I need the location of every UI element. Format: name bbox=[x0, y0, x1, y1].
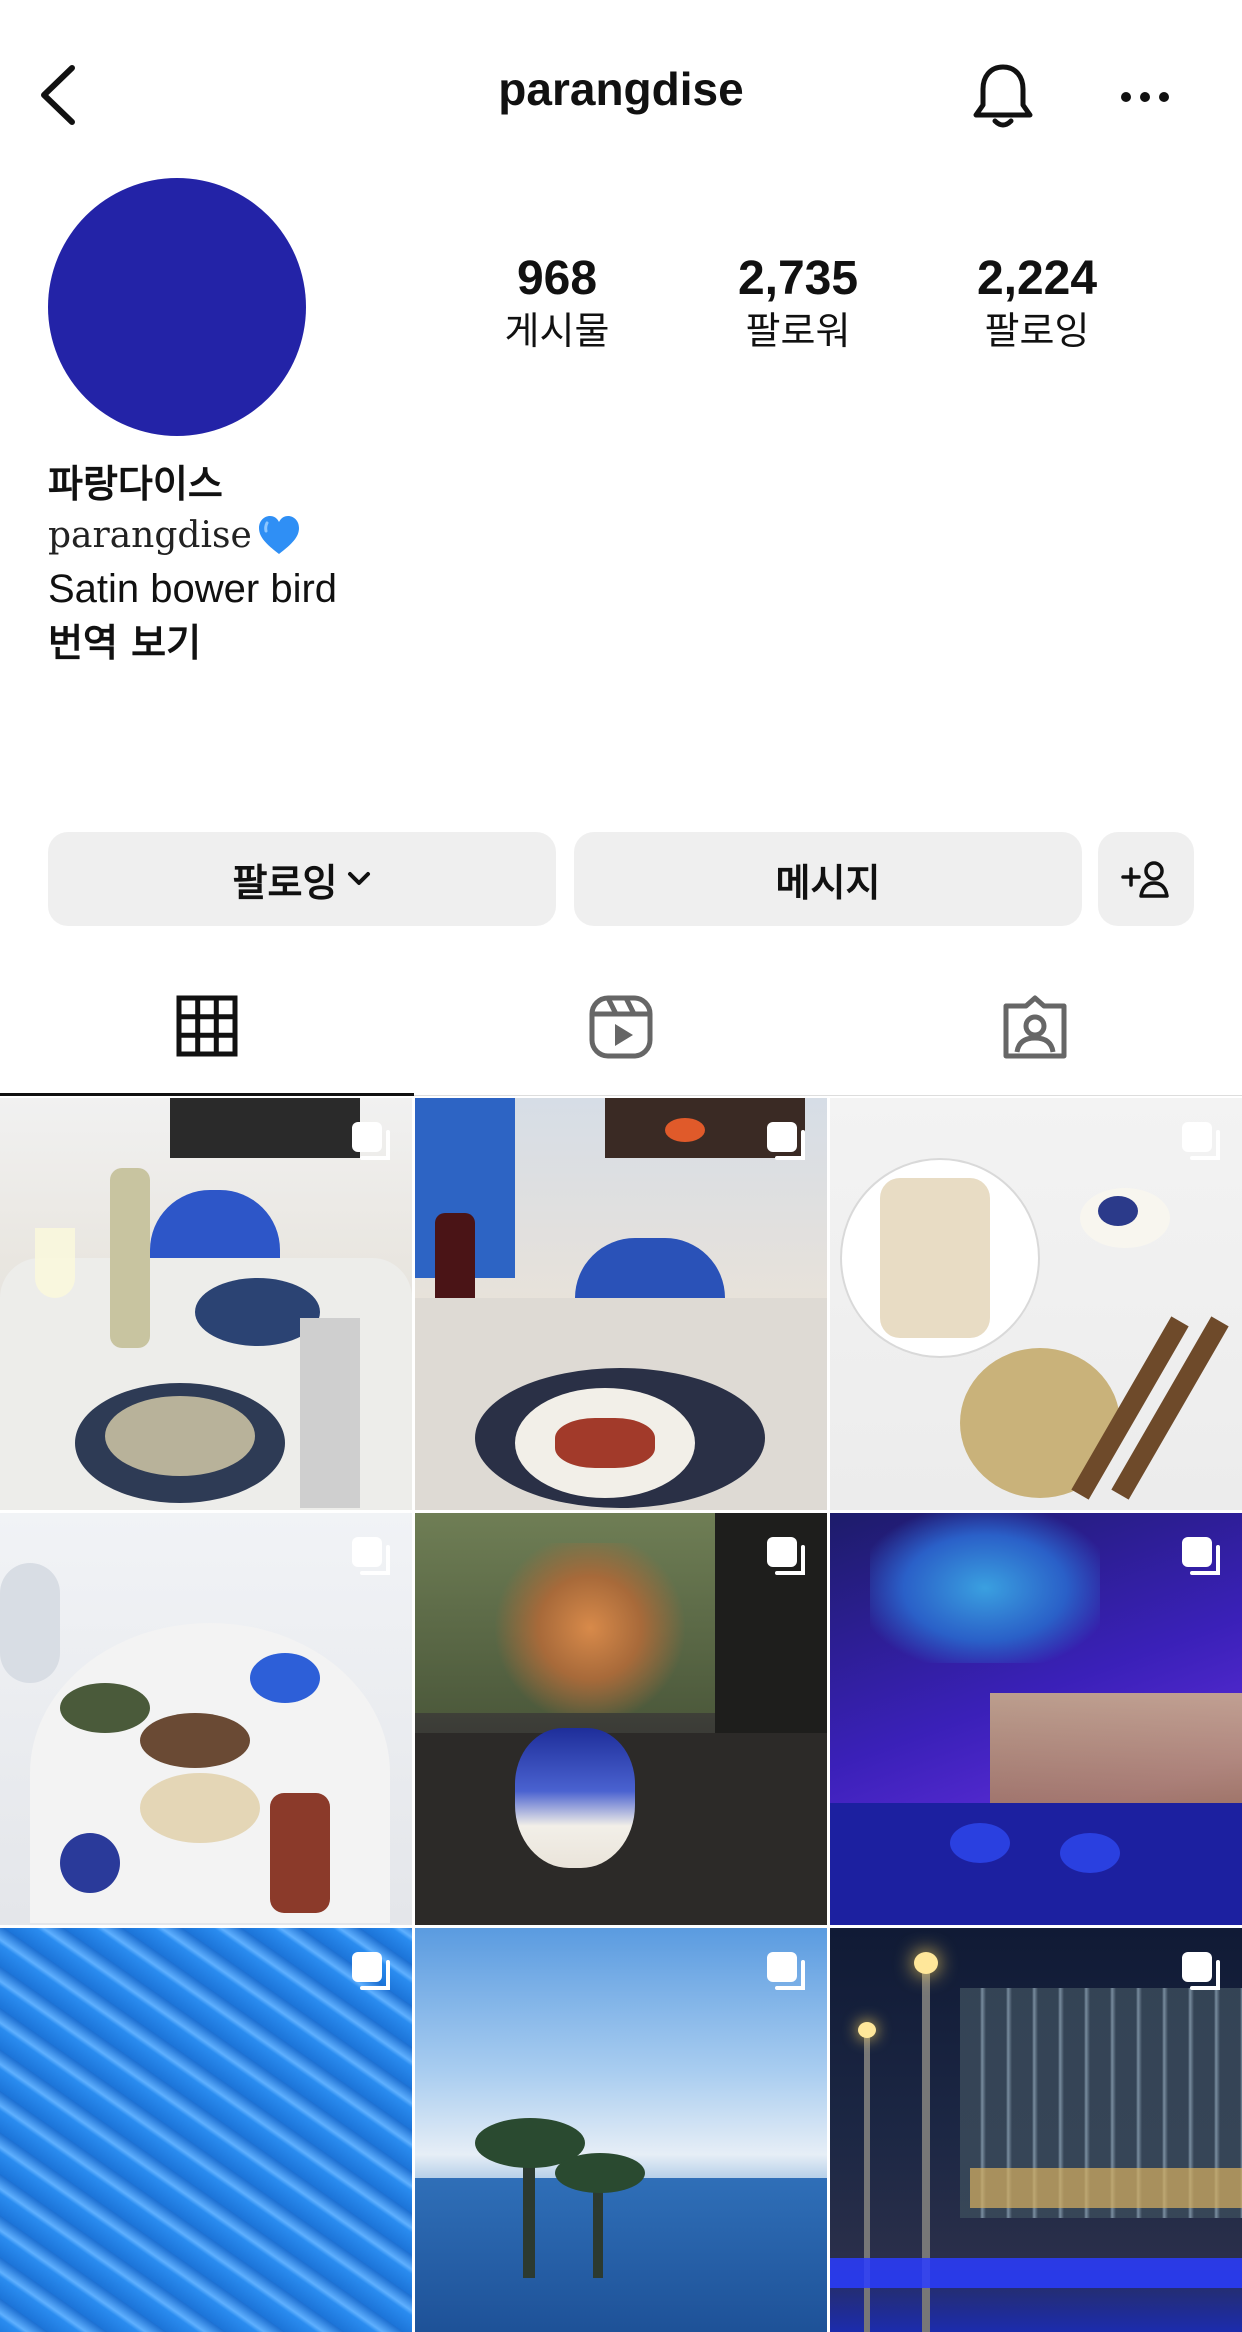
add-person-icon bbox=[1121, 861, 1169, 898]
post-thumbnail[interactable] bbox=[0, 1928, 412, 2332]
post-thumbnail[interactable] bbox=[0, 1098, 412, 1510]
followers-stat[interactable]: 2,735 팔로워 bbox=[688, 250, 908, 354]
content-tabs bbox=[0, 958, 1242, 1096]
following-button-label: 팔로잉 bbox=[232, 860, 338, 905]
profile-stats: 968 게시물 2,735 팔로워 2,224 팔로잉 bbox=[0, 250, 1242, 360]
followers-count: 2,735 bbox=[737, 252, 859, 305]
message-button[interactable]: 메시지 bbox=[574, 832, 1082, 926]
add-user-button[interactable] bbox=[1098, 832, 1194, 926]
more-options-button[interactable] bbox=[1110, 62, 1180, 132]
bio-description: Satin bower bird bbox=[48, 567, 338, 611]
following-label: 팔로잉 bbox=[984, 309, 1090, 353]
page-title: parangdise bbox=[498, 63, 744, 115]
display-name: 파랑다이스 bbox=[48, 462, 223, 506]
carousel-icon bbox=[1182, 1952, 1220, 1990]
following-button[interactable]: 팔로잉 bbox=[48, 832, 556, 926]
following-stat[interactable]: 2,224 팔로잉 bbox=[927, 250, 1147, 354]
carousel-icon bbox=[1182, 1537, 1220, 1575]
translate-link[interactable]: 번역 보기 bbox=[48, 616, 948, 670]
notification-button[interactable] bbox=[966, 56, 1040, 136]
bell-icon bbox=[973, 64, 1033, 128]
carousel-icon bbox=[1182, 1122, 1220, 1160]
carousel-icon bbox=[352, 1537, 390, 1575]
handle-text: parangdise bbox=[48, 515, 252, 556]
more-dots-icon bbox=[1121, 92, 1169, 102]
message-button-label: 메시지 bbox=[775, 860, 881, 905]
profile-bio: 파랑다이스 parangdise Satin bower bird 번역 보기 bbox=[48, 458, 948, 670]
carousel-icon bbox=[767, 1952, 805, 1990]
post-thumbnail[interactable] bbox=[830, 1513, 1242, 1925]
post-thumbnail[interactable] bbox=[415, 1098, 827, 1510]
carousel-icon bbox=[767, 1537, 805, 1575]
carousel-icon bbox=[352, 1952, 390, 1990]
followers-label: 팔로워 bbox=[745, 309, 851, 353]
post-thumbnail[interactable] bbox=[0, 1513, 412, 1925]
top-bar: parangdise bbox=[0, 0, 1242, 190]
following-count: 2,224 bbox=[976, 252, 1098, 305]
post-thumbnail[interactable] bbox=[415, 1928, 827, 2332]
post-thumbnail[interactable] bbox=[830, 1928, 1242, 2332]
grid-icon bbox=[176, 995, 238, 1056]
posts-count: 968 bbox=[516, 252, 598, 305]
tagged-icon bbox=[1003, 995, 1067, 1058]
tab-reels[interactable] bbox=[414, 958, 828, 1096]
blue-heart-icon bbox=[258, 516, 299, 554]
post-thumbnail[interactable] bbox=[830, 1098, 1242, 1510]
post-grid bbox=[0, 1098, 1242, 2332]
posts-stat[interactable]: 968 게시물 bbox=[447, 250, 667, 354]
reels-icon bbox=[589, 995, 653, 1058]
handle-line: parangdise bbox=[48, 510, 948, 562]
posts-label: 게시물 bbox=[504, 309, 610, 353]
chevron-down-icon bbox=[348, 872, 371, 885]
carousel-icon bbox=[767, 1122, 805, 1160]
tab-tagged[interactable] bbox=[828, 958, 1242, 1096]
post-thumbnail[interactable] bbox=[415, 1513, 827, 1925]
carousel-icon bbox=[352, 1122, 390, 1160]
tab-grid[interactable] bbox=[0, 958, 414, 1096]
